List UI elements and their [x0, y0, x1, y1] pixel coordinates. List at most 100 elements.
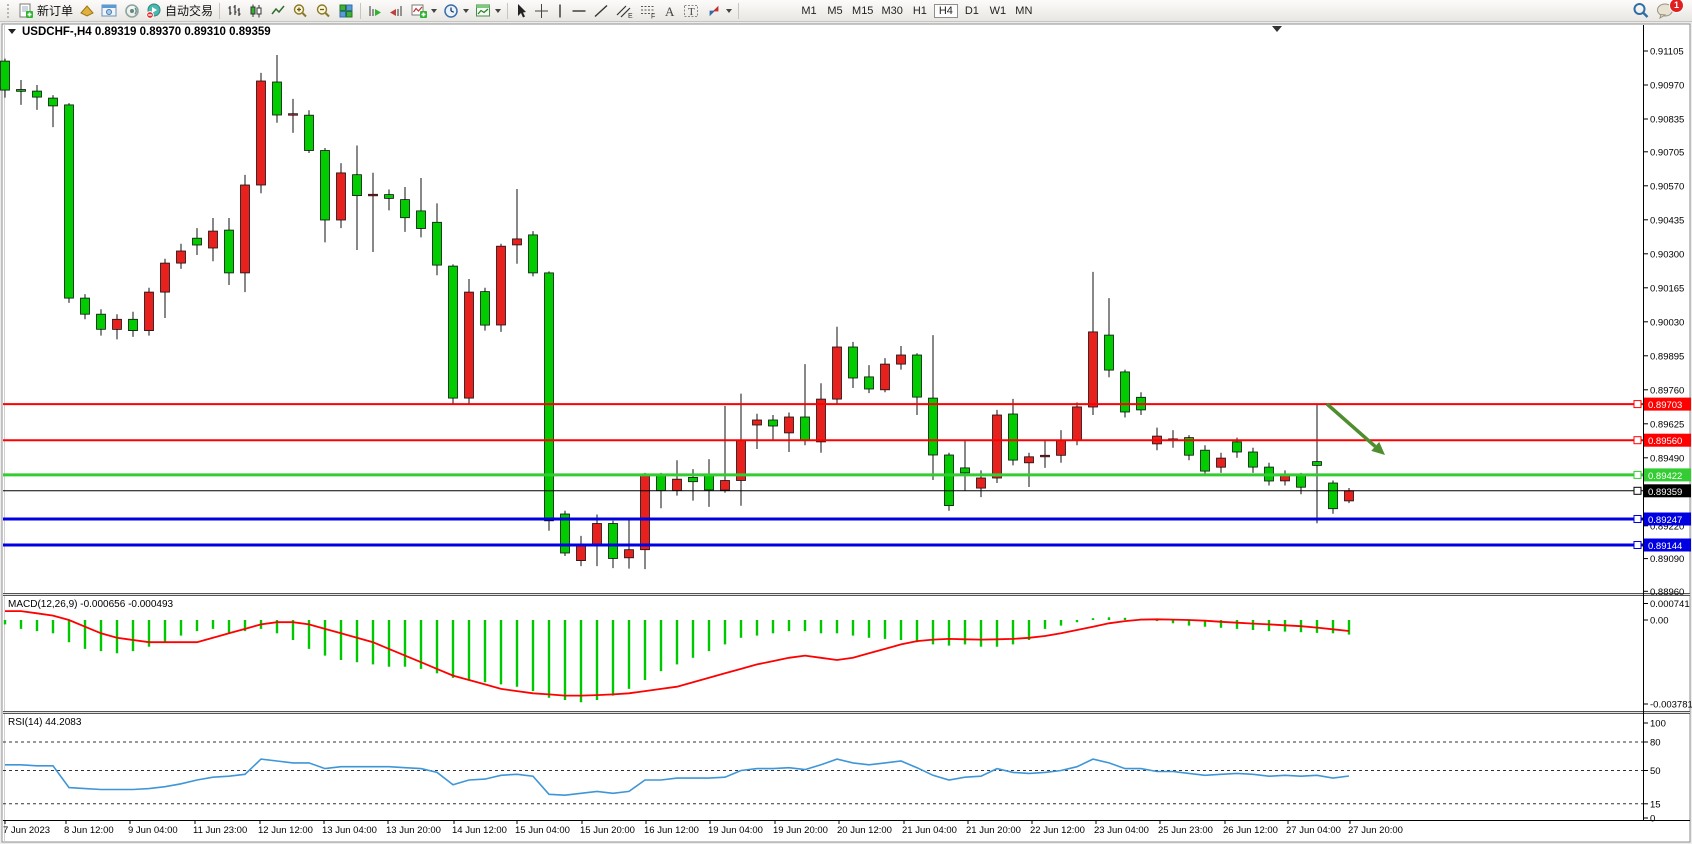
candle-body: [353, 175, 362, 196]
candle-body: [657, 475, 666, 491]
price-tick-label: 0.88960: [1650, 587, 1684, 598]
candle-body: [1009, 414, 1018, 460]
auto-scroll-button[interactable]: [364, 2, 386, 20]
notifications-button[interactable]: 1: [1653, 2, 1678, 20]
market-depth-button[interactable]: [76, 2, 98, 20]
templates-dropdown-icon[interactable]: [495, 9, 501, 13]
macd-tick-label: 0.00: [1650, 616, 1669, 627]
time-tick-label: 21 Jun 04:00: [902, 825, 957, 836]
macd-tick-label: 0.000741: [1650, 599, 1690, 610]
chart-shift-icon: [389, 3, 405, 19]
price-badge-label: 0.89144: [1648, 541, 1682, 552]
chart-shift-button[interactable]: [386, 2, 408, 20]
vertical-line-tool-button[interactable]: [552, 2, 568, 20]
candle-body: [1105, 335, 1114, 370]
hline-anchor-marker[interactable]: [1634, 437, 1641, 444]
text-tool-button[interactable]: A: [660, 2, 680, 20]
autotrading-icon: [146, 3, 162, 19]
hline-anchor-marker[interactable]: [1634, 516, 1641, 523]
tile-windows-icon: [338, 3, 354, 19]
candle-body: [97, 314, 106, 329]
price-badge-label: 0.89422: [1648, 471, 1682, 482]
svg-text:F: F: [651, 13, 655, 19]
templates-button[interactable]: [472, 2, 504, 20]
candle-body: [369, 194, 378, 196]
candlestick-mode-button[interactable]: [245, 2, 267, 20]
tile-windows-button[interactable]: [335, 2, 357, 20]
time-tick-label: 19 Jun 20:00: [773, 825, 828, 836]
hline-anchor-marker[interactable]: [1634, 401, 1641, 408]
candle-body: [145, 292, 154, 331]
candle-body: [673, 479, 682, 490]
timeframe-button-M15[interactable]: M15: [849, 4, 876, 18]
candle-body: [1217, 458, 1226, 467]
crosshair-tool-button[interactable]: [531, 2, 552, 20]
indicators-dropdown-icon[interactable]: [431, 9, 437, 13]
vertical-line-icon: [555, 3, 565, 19]
time-tick-label: 22 Jun 12:00: [1030, 825, 1085, 836]
autotrading-button[interactable]: 自动交易: [143, 2, 216, 20]
bar-chart-mode-button[interactable]: [223, 2, 245, 20]
candle-body: [65, 105, 74, 298]
new-order-button[interactable]: 新订单: [15, 2, 76, 20]
text-label-icon: T: [683, 3, 700, 19]
timeframe-button-M5[interactable]: M5: [823, 4, 847, 18]
time-tick-label: 27 Jun 04:00: [1286, 825, 1341, 836]
candle-body: [913, 355, 922, 397]
candle-body: [33, 91, 42, 97]
timeframe-button-D1[interactable]: D1: [960, 4, 984, 18]
candlestick-icon: [248, 3, 264, 19]
signals-button[interactable]: [121, 2, 143, 20]
zoom-out-button[interactable]: [312, 2, 335, 20]
candle-body: [1041, 455, 1050, 457]
price-tick-label: 0.89895: [1650, 351, 1684, 362]
channel-tool-button[interactable]: E: [612, 2, 636, 20]
fibonacci-tool-button[interactable]: F: [636, 2, 660, 20]
timeframe-button-MN[interactable]: MN: [1012, 4, 1036, 18]
search-button[interactable]: [1629, 2, 1653, 20]
hline-anchor-marker[interactable]: [1634, 487, 1641, 494]
time-tick-label: 15 Jun 20:00: [580, 825, 635, 836]
timeframe-button-M30[interactable]: M30: [878, 4, 905, 18]
price-tick-label: 0.90300: [1650, 249, 1684, 260]
candle-body: [321, 151, 330, 221]
macd-tick-label: -0.003781: [1650, 700, 1692, 711]
candle-body: [17, 90, 26, 92]
market-watch-button[interactable]: [98, 2, 121, 20]
time-tick-label: 19 Jun 04:00: [708, 825, 763, 836]
candle-body: [593, 524, 602, 546]
trendline-icon: [593, 3, 609, 19]
trendline-tool-button[interactable]: [590, 2, 612, 20]
arrows-dropdown-icon[interactable]: [726, 9, 732, 13]
candle-body: [1233, 442, 1242, 452]
timeframe-button-H4[interactable]: H4: [934, 4, 958, 18]
horizontal-line-tool-button[interactable]: [568, 2, 590, 20]
candle-body: [193, 238, 202, 245]
candle-body: [1, 61, 10, 90]
hline-anchor-marker[interactable]: [1634, 542, 1641, 549]
rsi-tick-label: 80: [1650, 738, 1661, 749]
fibonacci-icon: F: [639, 3, 657, 19]
arrows-tool-button[interactable]: [703, 2, 735, 20]
candle-body: [305, 115, 314, 150]
text-label-tool-button[interactable]: T: [680, 2, 703, 20]
indicators-button[interactable]: [408, 2, 440, 20]
symbol-title: USDCHF-,H4 0.89319 0.89370 0.89310 0.893…: [22, 26, 271, 38]
timeframe-button-H1[interactable]: H1: [908, 4, 932, 18]
timeframe-button-W1[interactable]: W1: [986, 4, 1010, 18]
periods-dropdown-icon[interactable]: [463, 9, 469, 13]
zoom-out-icon: [315, 3, 332, 19]
candle-body: [1089, 332, 1098, 407]
candle-body: [49, 98, 58, 106]
cursor-tool-button[interactable]: [511, 2, 531, 20]
zoom-in-button[interactable]: [289, 2, 312, 20]
candle-body: [929, 398, 938, 455]
chart-window[interactable]: USDCHF-,H4 0.89319 0.89370 0.89310 0.893…: [0, 0, 1692, 844]
periods-button[interactable]: [440, 2, 472, 20]
crosshair-icon: [534, 3, 549, 19]
toolbar-separator: [360, 3, 361, 19]
line-chart-mode-button[interactable]: [267, 2, 289, 20]
new-order-label: 新订单: [37, 2, 73, 19]
timeframe-button-M1[interactable]: M1: [797, 4, 821, 18]
hline-anchor-marker[interactable]: [1634, 471, 1641, 478]
